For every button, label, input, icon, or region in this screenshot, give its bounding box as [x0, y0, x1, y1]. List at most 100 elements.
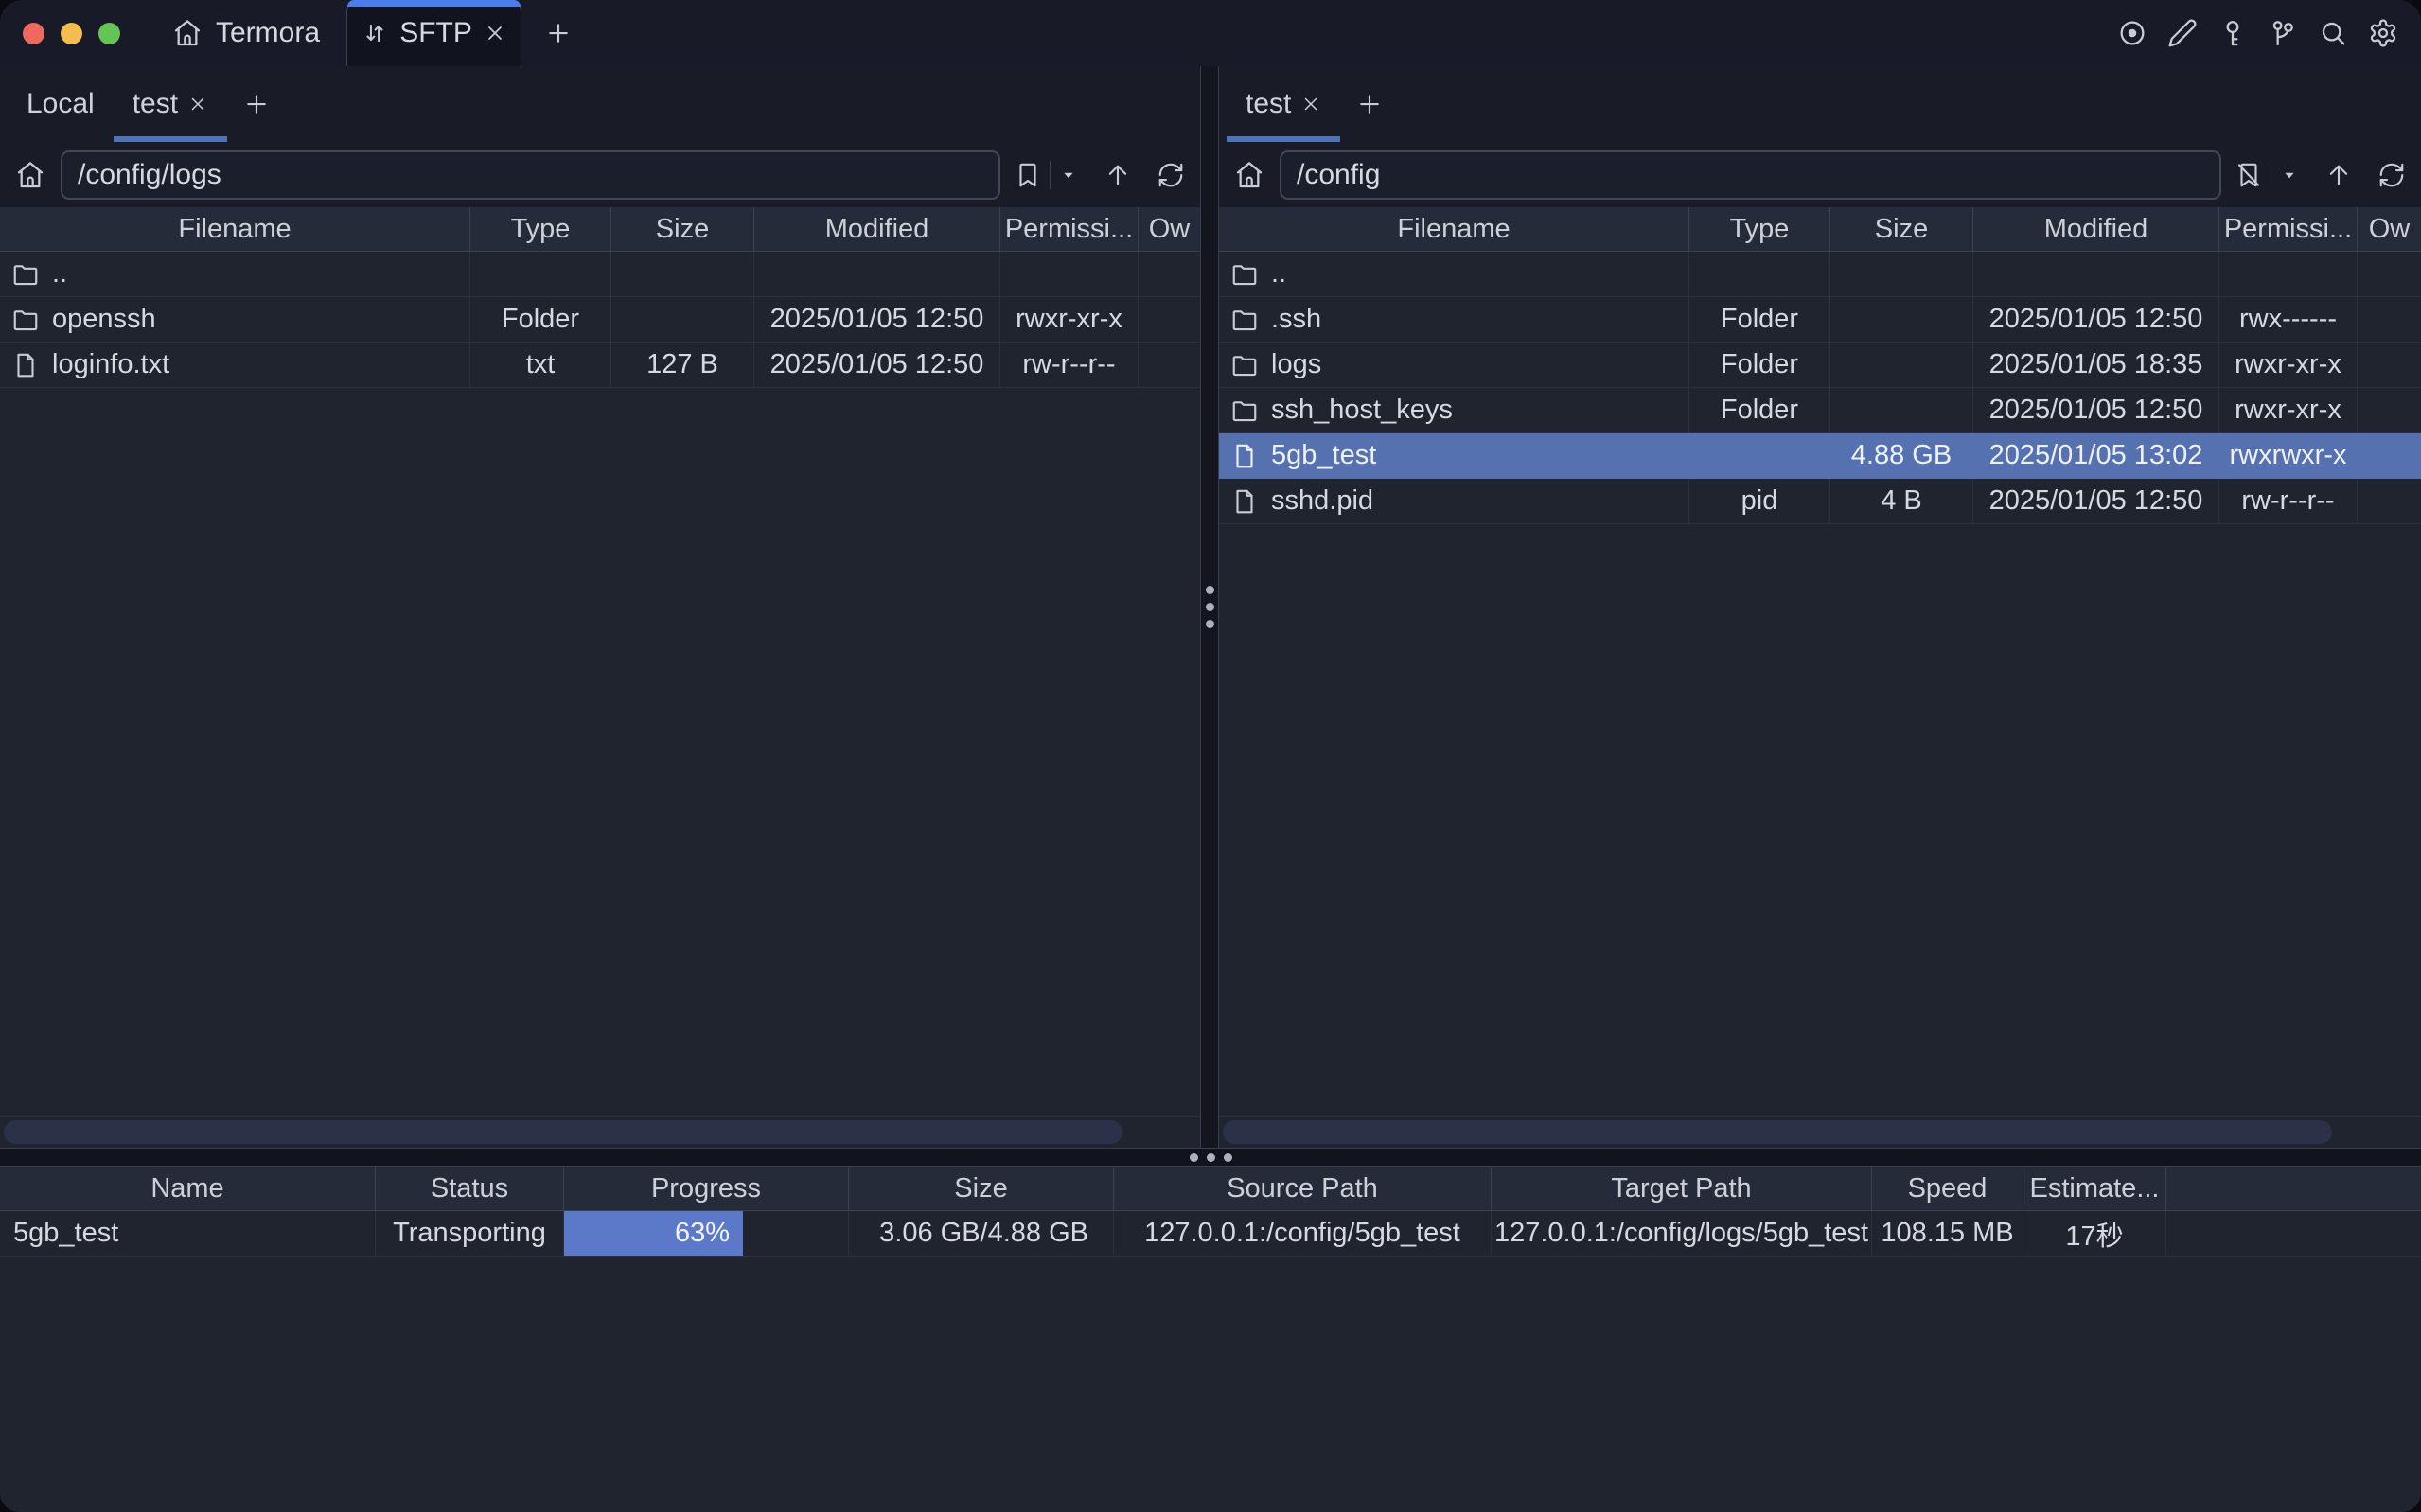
file-modified: [754, 252, 1000, 297]
file-size: [611, 297, 754, 343]
close-tab-icon[interactable]: [484, 22, 506, 44]
col-modified[interactable]: Modified: [1973, 207, 2219, 251]
active-tab-accent: [347, 0, 521, 7]
col-source-path[interactable]: Source Path: [1114, 1167, 1492, 1210]
active-tab-underline: [1227, 136, 1340, 142]
file-owner: [2358, 388, 2421, 433]
tab-local[interactable]: Local: [8, 66, 114, 142]
file-permissions: rw-r--r--: [2219, 479, 2358, 524]
col-speed[interactable]: Speed: [1872, 1167, 2023, 1210]
tab-test-right[interactable]: test: [1227, 66, 1340, 142]
tab-test-left[interactable]: test: [114, 66, 227, 142]
folder-icon: [1230, 351, 1259, 379]
col-size[interactable]: Size: [611, 207, 754, 251]
bookmark-icon[interactable]: [1014, 161, 1042, 189]
up-directory-icon[interactable]: [1104, 161, 1132, 189]
home-icon[interactable]: [1234, 160, 1264, 190]
chevron-down-icon[interactable]: [1058, 165, 1079, 185]
right-new-tab-button[interactable]: [1355, 90, 1384, 118]
close-tab-icon[interactable]: [1300, 94, 1321, 114]
home-icon[interactable]: [15, 160, 45, 190]
transfer-arrows-icon: [362, 20, 388, 46]
col-status[interactable]: Status: [376, 1167, 564, 1210]
col-type[interactable]: Type: [1689, 207, 1830, 251]
keys-button[interactable]: [2218, 18, 2248, 48]
zoom-window-button[interactable]: [98, 23, 120, 44]
transfer-progress-cell: 63%: [564, 1211, 849, 1257]
pane-splitter[interactable]: [1200, 66, 1219, 1148]
transfer-row-5gb-test[interactable]: 5gb_test Transporting 63% 3.06 GB/4.88 G…: [0, 1211, 2421, 1257]
pencil-icon: [2167, 18, 2198, 48]
file-permissions: rwx------: [2219, 297, 2358, 343]
file-name: 5gb_test: [1271, 440, 1376, 471]
file-type: [1689, 433, 1830, 479]
file-owner: [2358, 343, 2421, 388]
file-row-loginfo[interactable]: loginfo.txt txt 127 B 2025/01/05 12:50 r…: [0, 343, 1200, 388]
left-hscroll-thumb[interactable]: [4, 1120, 1122, 1144]
up-directory-icon[interactable]: [2324, 161, 2353, 189]
file-row-openssh[interactable]: openssh Folder 2025/01/05 12:50 rwxr-xr-…: [0, 297, 1200, 343]
folder-icon: [1230, 396, 1259, 425]
search-button[interactable]: [2318, 18, 2348, 48]
col-estimate[interactable]: Estimate...: [2023, 1167, 2166, 1210]
new-tab-button[interactable]: [544, 19, 573, 47]
tab-termora-home[interactable]: Termora: [163, 0, 329, 66]
right-path-actions: [2235, 161, 2406, 189]
refresh-icon[interactable]: [2377, 161, 2406, 189]
col-progress[interactable]: Progress: [564, 1167, 849, 1210]
col-permissions[interactable]: Permissi...: [1000, 207, 1139, 251]
file-type: Folder: [1689, 343, 1830, 388]
bookmark-slash-icon[interactable]: [2235, 161, 2263, 189]
file-type: [1689, 252, 1830, 297]
right-hscroll-thumb[interactable]: [1223, 1120, 2332, 1144]
file-type: [470, 252, 611, 297]
col-modified[interactable]: Modified: [754, 207, 1000, 251]
file-permissions: [1000, 252, 1139, 297]
folder-icon: [1230, 306, 1259, 334]
file-row-5gb-test-selected[interactable]: 5gb_test 4.88 GB 2025/01/05 13:02 rwxrwx…: [1219, 433, 2421, 479]
col-name[interactable]: Name: [0, 1167, 376, 1210]
settings-button[interactable]: [2368, 18, 2398, 48]
col-target-path[interactable]: Target Path: [1492, 1167, 1872, 1210]
key-branch-icon: [2268, 18, 2298, 48]
file-row-parent[interactable]: ..: [0, 252, 1200, 297]
record-button[interactable]: [2117, 18, 2147, 48]
right-path-input[interactable]: /config: [1280, 150, 2221, 200]
active-tab-underline: [114, 136, 227, 142]
close-window-button[interactable]: [23, 23, 44, 44]
file-size: 127 B: [611, 343, 754, 388]
transfer-filler: [2166, 1211, 2421, 1257]
progress-bar: 63%: [564, 1211, 743, 1256]
left-pathbar: /config/logs: [0, 142, 1200, 207]
col-filename[interactable]: Filename: [0, 207, 470, 251]
col-owner[interactable]: Ow: [2358, 207, 2421, 251]
chevron-down-icon[interactable]: [2279, 165, 2300, 185]
file-permissions: rw-r--r--: [1000, 343, 1139, 388]
file-row-sshd-pid[interactable]: sshd.pid pid 4 B 2025/01/05 12:50 rw-r--…: [1219, 479, 2421, 524]
file-row-parent[interactable]: ..: [1219, 252, 2421, 297]
minimize-window-button[interactable]: [61, 23, 82, 44]
col-type[interactable]: Type: [470, 207, 611, 251]
keychain-button[interactable]: [2268, 18, 2298, 48]
tab-sftp[interactable]: SFTP: [346, 0, 521, 66]
file-row-ssh[interactable]: .ssh Folder 2025/01/05 12:50 rwx------: [1219, 297, 2421, 343]
col-size[interactable]: Size: [849, 1167, 1114, 1210]
left-path-input[interactable]: /config/logs: [61, 150, 1000, 200]
left-new-tab-button[interactable]: [242, 90, 271, 118]
file-modified: [1973, 252, 2219, 297]
col-size[interactable]: Size: [1830, 207, 1973, 251]
file-type: txt: [470, 343, 611, 388]
file-row-ssh-host-keys[interactable]: ssh_host_keys Folder 2025/01/05 12:50 rw…: [1219, 388, 2421, 433]
transfer-splitter[interactable]: [0, 1148, 2421, 1167]
edit-button[interactable]: [2167, 18, 2198, 48]
col-filename[interactable]: Filename: [1219, 207, 1689, 251]
transfer-panel: Name Status Progress Size Source Path Ta…: [0, 1167, 2421, 1257]
refresh-icon[interactable]: [1157, 161, 1185, 189]
file-modified: 2025/01/05 13:02: [1973, 433, 2219, 479]
splitter-handle-icon: [1206, 586, 1214, 628]
col-permissions[interactable]: Permissi...: [2219, 207, 2358, 251]
file-row-logs[interactable]: logs Folder 2025/01/05 18:35 rwxr-xr-x: [1219, 343, 2421, 388]
file-owner: [2358, 297, 2421, 343]
col-owner[interactable]: Ow: [1139, 207, 1200, 251]
close-tab-icon[interactable]: [187, 94, 208, 114]
